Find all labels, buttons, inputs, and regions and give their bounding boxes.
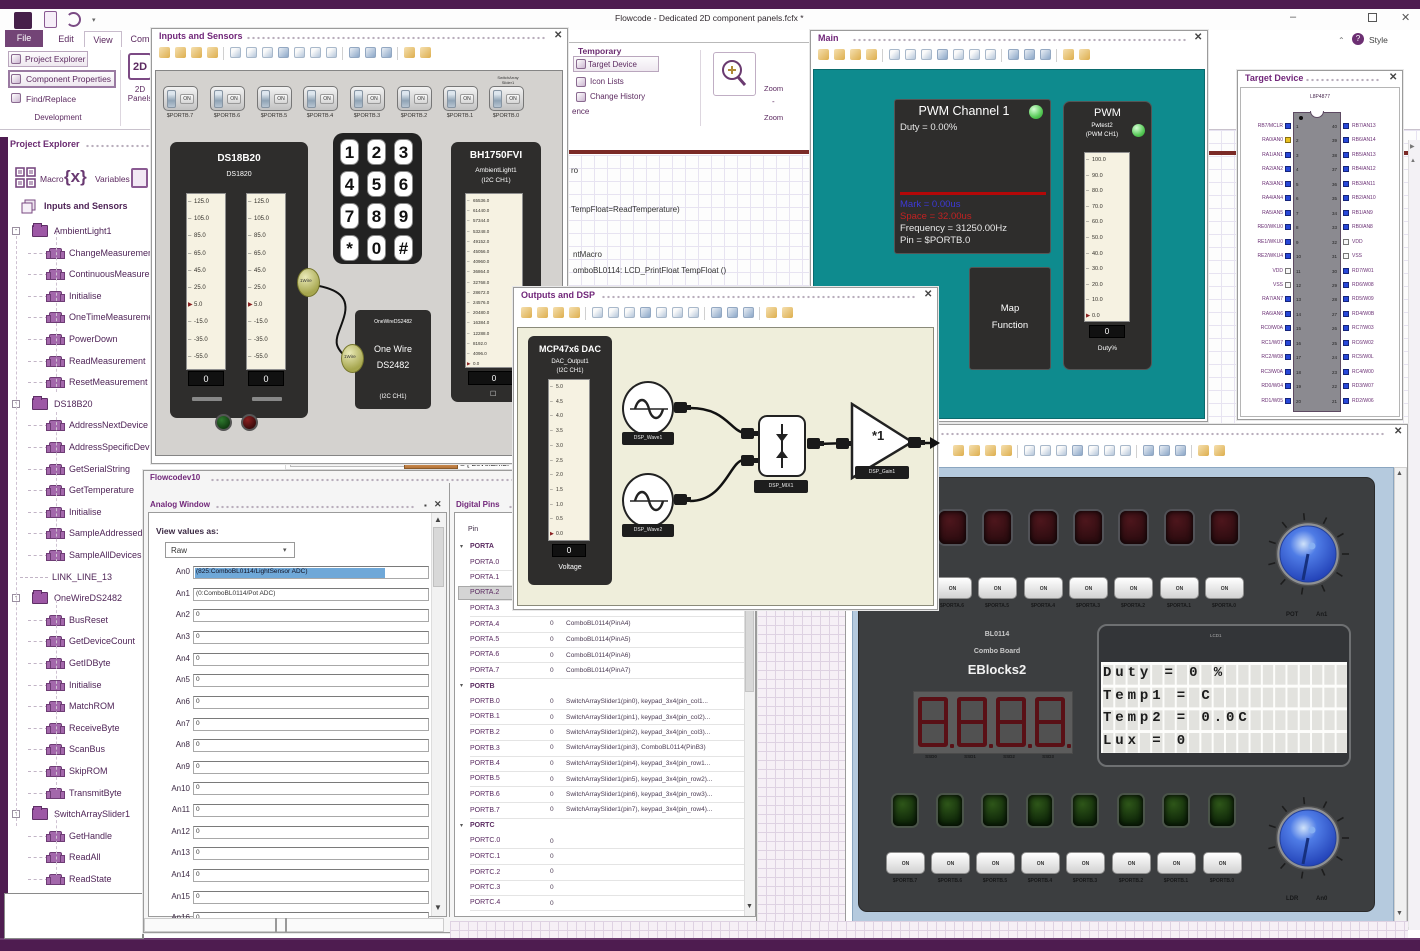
svg-text:*1: *1 (872, 428, 884, 443)
